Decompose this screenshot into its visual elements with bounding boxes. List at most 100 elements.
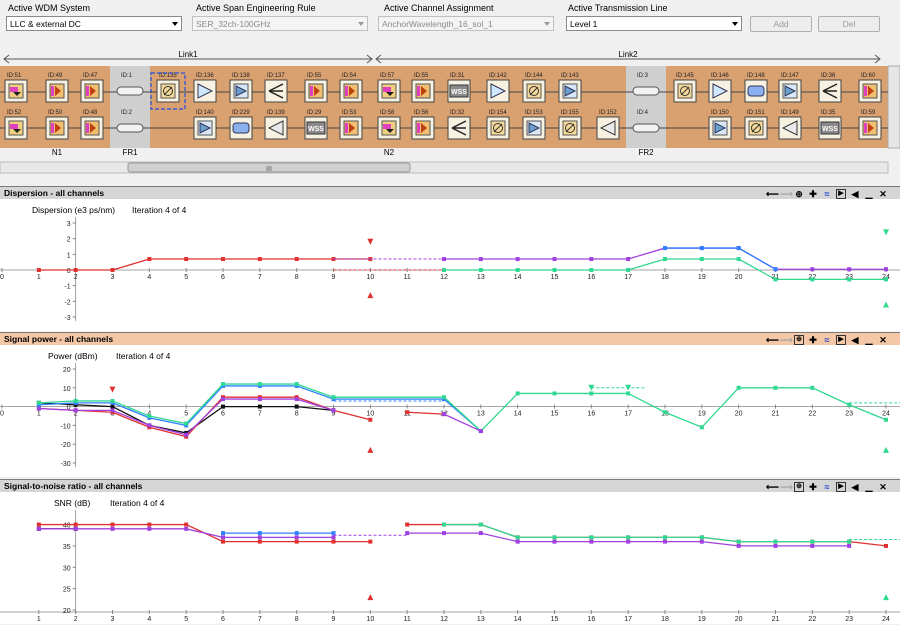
bottom-row-element[interactable]: ID:150 — [708, 110, 732, 140]
close-icon[interactable]: ✕ — [878, 189, 888, 199]
series-point — [699, 246, 704, 251]
element-id: ID:143 — [561, 73, 579, 79]
back-arrow-icon[interactable]: ⟵ — [766, 189, 779, 199]
top-row-element[interactable]: ID:137 — [264, 73, 288, 103]
top-row-element[interactable]: ID:146 — [708, 73, 732, 103]
bottom-row-element[interactable]: ID:154 — [486, 110, 510, 140]
bottom-row-element[interactable]: ID:229 — [229, 110, 253, 140]
forward-arrow-icon[interactable]: ⟶ — [780, 335, 793, 345]
step-forward-icon[interactable]: ▶ — [836, 481, 846, 492]
zoom-icon[interactable]: ⊕ — [794, 481, 804, 492]
element-id: ID:2 — [121, 110, 133, 116]
x-tick-label: 10 — [366, 411, 374, 418]
series-point — [810, 539, 815, 544]
step-back-icon[interactable]: ◀ — [850, 335, 860, 345]
power-chart[interactable]: -30-20-100102001234567891011121314151617… — [0, 345, 900, 477]
top-row-element[interactable]: ID:138 — [229, 73, 253, 103]
transmission-line-select[interactable]: Level 1 — [566, 16, 742, 31]
series-point — [257, 535, 262, 540]
pan-icon[interactable]: ✚ — [808, 189, 818, 199]
x-tick-label: 10 — [366, 616, 374, 623]
curve-icon[interactable]: ≈ — [822, 189, 832, 199]
minimize-icon[interactable]: ▁ — [864, 335, 874, 345]
zoom-icon[interactable]: ⊕ — [794, 334, 804, 345]
vertical-scrollbar[interactable] — [887, 65, 900, 149]
series-point — [221, 397, 225, 402]
add-button[interactable]: Add — [750, 16, 812, 32]
x-tick-label: 12 — [440, 616, 448, 623]
y-tick-label: 3 — [67, 221, 71, 228]
series-point — [699, 535, 704, 540]
series-point — [147, 423, 152, 428]
series-point — [478, 531, 483, 536]
top-row-element[interactable]: ID:148 — [744, 73, 768, 103]
step-forward-icon[interactable]: ▶ — [836, 334, 846, 345]
curve-icon[interactable]: ≈ — [822, 335, 832, 345]
top-row-element[interactable]: ID:145 — [673, 73, 697, 103]
step-forward-icon[interactable]: ▶ — [836, 188, 846, 199]
pan-icon[interactable]: ✚ — [808, 335, 818, 345]
element-id: ID:49 — [48, 73, 63, 79]
bottom-row-element[interactable]: ID:151 — [744, 110, 768, 140]
x-tick-label: 10 — [366, 274, 374, 281]
top-row-element[interactable]: ID:136 — [193, 73, 217, 103]
element-id: ID:53 — [342, 110, 357, 116]
bottom-row-element[interactable]: ID:153 — [522, 110, 546, 140]
link1-label: Link1 — [178, 50, 198, 59]
x-tick-label: 11 — [404, 274, 411, 281]
series-point — [257, 397, 262, 402]
x-tick-label: 9 — [332, 616, 336, 623]
span-rule-select[interactable]: SER_32ch-100GHz — [192, 16, 368, 31]
y-tick-label: 2 — [67, 237, 71, 244]
series-point — [73, 398, 78, 403]
element-id: ID:55 — [307, 73, 322, 79]
minimize-icon[interactable]: ▁ — [864, 482, 874, 492]
close-icon[interactable]: ✕ — [878, 335, 888, 345]
top-row-element[interactable]: ID:142 — [486, 73, 510, 103]
demux-port — [10, 124, 18, 129]
x-tick-label: 23 — [845, 411, 853, 418]
x-tick-label: 14 — [514, 274, 522, 281]
minimize-icon[interactable]: ▁ — [864, 189, 874, 199]
bottom-row-element[interactable]: ID:140 — [193, 110, 217, 140]
x-tick-label: 18 — [661, 274, 669, 281]
close-icon[interactable]: ✕ — [878, 482, 888, 492]
pan-icon[interactable]: ✚ — [808, 482, 818, 492]
element-id: ID:136 — [196, 73, 214, 79]
zoom-icon[interactable]: ⊕ — [794, 189, 804, 199]
series-point — [331, 395, 336, 400]
top-row-element[interactable]: ID:144 — [522, 73, 546, 103]
x-tick-label: 19 — [698, 616, 706, 623]
series-point — [626, 391, 631, 396]
forward-arrow-icon[interactable]: ⟶ — [780, 189, 793, 199]
back-arrow-icon[interactable]: ⟵ — [766, 482, 779, 492]
series-point — [147, 257, 152, 262]
app-window: Active WDM System LLC & external DC Acti… — [0, 0, 900, 625]
series-point — [184, 257, 189, 262]
del-button[interactable]: Del — [818, 16, 880, 32]
snr-chart[interactable]: 20253035401 2 3 4 5 6 7 8 9 10 11 12 13 14 15 16 17 18 19 2… — [0, 492, 900, 624]
series-point — [73, 408, 78, 413]
curve-icon[interactable]: ≈ — [822, 482, 832, 492]
series-point — [478, 522, 483, 527]
step-back-icon[interactable]: ◀ — [850, 189, 860, 199]
limit-marker — [883, 229, 889, 236]
dispersion-chart[interactable]: -3-2-101230 1 2 3 4 5 6 7 8 9 10 11 12 13 14 15 16 17 18 19… — [0, 199, 900, 331]
bottom-row-element[interactable]: ID:139 — [264, 110, 288, 140]
top-row-element[interactable]: ID:143 — [558, 73, 582, 103]
forward-arrow-icon[interactable]: ⟶ — [780, 482, 793, 492]
element-id: ID:229 — [232, 110, 250, 116]
wdm-system-select[interactable]: LLC & external DC — [6, 16, 182, 31]
back-arrow-icon[interactable]: ⟵ — [766, 335, 779, 345]
element-id: ID:150 — [711, 110, 729, 116]
channel-assignment-select[interactable]: AnchorWavelength_16_sol_1 — [378, 16, 554, 31]
bottom-row-element[interactable]: ID:155 — [558, 110, 582, 140]
wss-text: WSS — [451, 89, 467, 96]
transmission-line-label: Active Transmission Line — [568, 3, 668, 13]
top-row-element[interactable]: ID:147 — [778, 73, 802, 103]
bottom-row-element[interactable]: ID:149 — [778, 110, 802, 140]
bottom-row-element[interactable]: ID:152 — [596, 110, 620, 140]
step-back-icon[interactable]: ◀ — [850, 482, 860, 492]
series-point — [257, 404, 262, 409]
x-tick-label: 13 — [477, 616, 485, 623]
